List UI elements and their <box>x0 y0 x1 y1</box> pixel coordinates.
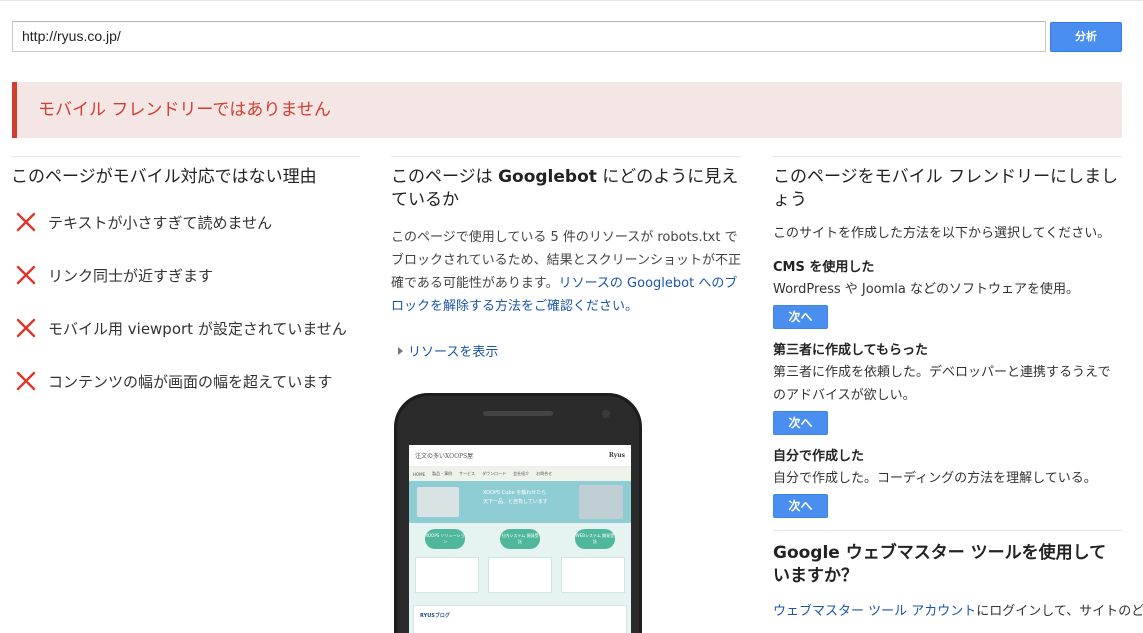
triangle-right-icon <box>398 346 403 355</box>
preview-nav-item: ダウンロード <box>482 471 507 476</box>
googlebot-title: このページは Googlebot にどのように見えているか <box>391 166 741 212</box>
googlebot-title-bold: Googlebot <box>498 167 597 187</box>
preview-nav-item: お問合せ <box>536 471 553 476</box>
preview-nav-item: 製品・事例 <box>432 471 453 476</box>
preview-nav: HOME 製品・事例 サービス ダウンロード 会社紹介 お問合せ <box>409 467 631 481</box>
preview-header: 注文の多いXOOPS屋 Ryus <box>409 445 631 467</box>
section-divider <box>773 530 1122 531</box>
reason-text: リンク同士が近すぎます <box>48 266 214 285</box>
gwt-account-link[interactable]: ウェブマスター ツール アカウント <box>773 604 976 619</box>
fix-intro: このサイトを作成した方法を以下から選択してください。 <box>773 226 1111 241</box>
analyze-button[interactable]: 分析 <box>1050 22 1122 52</box>
option-desc-self: 自分で作成した。コーディングの方法を理解している。 <box>773 471 1097 486</box>
preview-nav-item: 会社紹介 <box>513 471 530 476</box>
option-desc-cms: WordPress や Joomla などのソフトウェアを使用。 <box>773 282 1080 297</box>
preview-hero-image <box>579 485 623 519</box>
reason-text: モバイル用 viewport が設定されていません <box>48 319 347 338</box>
phone-speaker <box>483 411 553 416</box>
option-desc-third-party: 第三者に作成を依頼した。デベロッパーと連携するうえでのアドバイスが欲しい。 <box>773 365 1111 403</box>
phone-screen: 注文の多いXOOPS屋 Ryus HOME 製品・事例 サービス ダウンロード … <box>409 445 631 633</box>
fix-title: このページをモバイル フレンドリーにしましょう <box>773 167 1119 210</box>
reason-text: テキストが小さすぎて読めません <box>48 213 273 232</box>
preview-nav-item: サービス <box>459 471 476 476</box>
red-x-icon <box>16 212 36 232</box>
gwt-description: ウェブマスター ツール アカウントにログインして、サイトのど <box>773 601 1143 623</box>
preview-hero-line: 天下一品、と自負しています <box>483 499 548 505</box>
reasons-column: このページがモバイル対応ではない理由 テキストが小さすぎて読めません リンク同士… <box>11 156 360 421</box>
gwt-title: Google ウェブマスター ツールを使用していますか？ <box>773 543 1107 586</box>
preview-hero-text: XOOPS Cube を触わせたら 天下一品、と自負しています <box>483 489 548 507</box>
gwt-description-text: にログインして、サイトのど <box>976 604 1143 619</box>
status-banner: モバイル フレンドリーではありません <box>12 82 1122 138</box>
preview-site-title: 注文の多いXOOPS屋 <box>415 453 474 460</box>
reasons-title: このページがモバイル対応ではない理由 <box>11 167 317 187</box>
reason-item: コンテンツの幅が画面の幅を超えています <box>11 368 360 394</box>
preview-bubble: WEBシステム 開発受託 <box>575 529 615 549</box>
preview-bubble: XOOPS ソリューション <box>425 529 465 549</box>
show-resources-label: リソースを表示 <box>408 345 499 360</box>
preview-bubble: 社内システム 開発受託 <box>500 529 540 549</box>
option-heading-cms: CMS を使用した <box>773 260 875 275</box>
preview-footer-label: RYUSブログ <box>420 613 450 619</box>
top-divider <box>0 0 1143 1</box>
googlebot-column: このページは Googlebot にどのように見えているか このページで使用して… <box>391 156 741 360</box>
googlebot-title-prefix: このページは <box>391 167 493 187</box>
preview-hero-line: XOOPS Cube を触わせたら <box>483 490 547 496</box>
preview-footer: RYUSブログ <box>413 605 627 633</box>
red-x-icon <box>16 265 36 285</box>
preview-hero: XOOPS Cube を触わせたら 天下一品、と自負しています <box>409 481 631 523</box>
reason-text: コンテンツの幅が画面の幅を超えています <box>48 372 333 391</box>
phone-camera <box>602 410 610 418</box>
preview-box <box>488 557 552 593</box>
option-heading-self: 自分で作成した <box>773 449 865 464</box>
preview-hero-image <box>417 487 459 517</box>
next-button-self[interactable]: 次へ <box>773 494 828 518</box>
show-resources-toggle[interactable]: リソースを表示 <box>398 341 498 360</box>
preview-body: XOOPS ソリューション 社内システム 開発受託 WEBシステム 開発受託 R… <box>409 523 631 633</box>
reason-item: モバイル用 viewport が設定されていません <box>11 315 360 341</box>
preview-site-logo: Ryus <box>608 452 625 459</box>
phone-preview: 注文の多いXOOPS屋 Ryus HOME 製品・事例 サービス ダウンロード … <box>394 393 642 633</box>
url-input[interactable]: http://ryus.co.jp/ <box>12 21 1046 52</box>
preview-box <box>415 557 479 593</box>
reasons-list: テキストが小さすぎて読めません リンク同士が近すぎます モバイル用 viewpo… <box>11 209 360 394</box>
reason-item: リンク同士が近すぎます <box>11 262 360 288</box>
reason-item: テキストが小さすぎて読めません <box>11 209 360 235</box>
fix-column: このページをモバイル フレンドリーにしましょう このサイトを作成した方法を以下か… <box>773 156 1143 623</box>
option-heading-third-party: 第三者に作成してもらった <box>773 343 928 358</box>
next-button-third-party[interactable]: 次へ <box>773 411 828 435</box>
preview-nav-item: HOME <box>413 471 426 477</box>
phone-frame: 注文の多いXOOPS屋 Ryus HOME 製品・事例 サービス ダウンロード … <box>397 396 639 633</box>
column-divider <box>11 156 360 157</box>
status-banner-text: モバイル フレンドリーではありません <box>38 100 331 120</box>
column-divider <box>773 156 1122 157</box>
preview-box <box>561 557 625 593</box>
next-button-cms[interactable]: 次へ <box>773 305 828 329</box>
column-divider <box>391 156 741 157</box>
red-x-icon <box>16 371 36 391</box>
robots-description: このページで使用している 5 件のリソースが robots.txt でブロックさ… <box>391 226 741 318</box>
red-x-icon <box>16 318 36 338</box>
